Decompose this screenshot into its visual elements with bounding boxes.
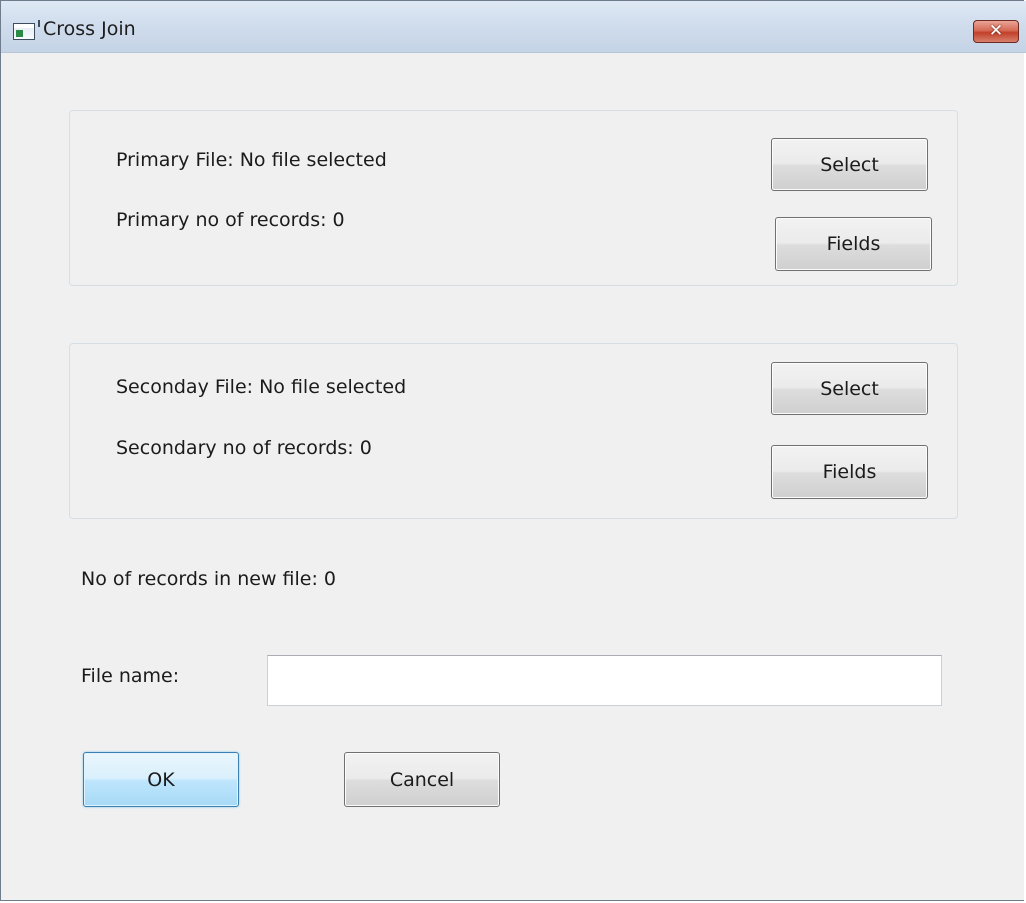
title-bar[interactable]: Cross Join ✕ [1, 1, 1026, 53]
secondary-file-label: Seconday File: No file selected [116, 376, 407, 398]
secondary-fields-button[interactable]: Fields [771, 445, 928, 499]
cross-join-dialog: Cross Join ✕ Primary File: No file selec… [0, 0, 1026, 901]
file-name-label: File name: [81, 665, 180, 687]
cancel-button[interactable]: Cancel [344, 752, 500, 807]
primary-fields-button[interactable]: Fields [775, 217, 932, 271]
primary-records-label: Primary no of records: 0 [116, 209, 345, 231]
file-name-input[interactable] [267, 655, 942, 706]
primary-file-label: Primary File: No file selected [116, 149, 387, 171]
close-icon: ✕ [988, 21, 1004, 41]
window-title: Cross Join [43, 18, 136, 40]
secondary-records-label: Secondary no of records: 0 [116, 437, 372, 459]
app-window-icon [13, 20, 40, 40]
ok-button[interactable]: OK [83, 752, 239, 807]
secondary-select-button[interactable]: Select [771, 362, 928, 415]
new-file-records-label: No of records in new file: 0 [81, 568, 336, 590]
close-button[interactable]: ✕ [973, 20, 1019, 43]
primary-select-button[interactable]: Select [771, 138, 928, 191]
